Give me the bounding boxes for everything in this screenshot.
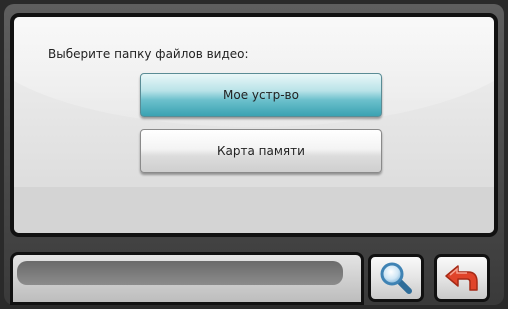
- bottom-toolbar: [4, 244, 504, 305]
- dialog-prompt: Выберите папку файлов видео:: [48, 47, 249, 61]
- folder-select-dialog: Выберите папку файлов видео: Мое устр-во…: [10, 13, 498, 237]
- back-arrow-icon: [445, 265, 478, 291]
- device-screen: Выберите папку файлов видео: Мое устр-во…: [0, 0, 508, 309]
- search-icon: [380, 262, 412, 294]
- search-button[interactable]: [368, 254, 424, 302]
- back-button[interactable]: [434, 254, 490, 302]
- my-device-button[interactable]: Мое устр-во: [140, 73, 382, 117]
- panel-lower-band: [14, 187, 494, 233]
- memory-card-button[interactable]: Карта памяти: [140, 129, 382, 173]
- status-track: [17, 261, 343, 285]
- status-area: [10, 252, 364, 305]
- memory-card-label: Карта памяти: [217, 144, 305, 158]
- my-device-label: Мое устр-во: [223, 88, 299, 102]
